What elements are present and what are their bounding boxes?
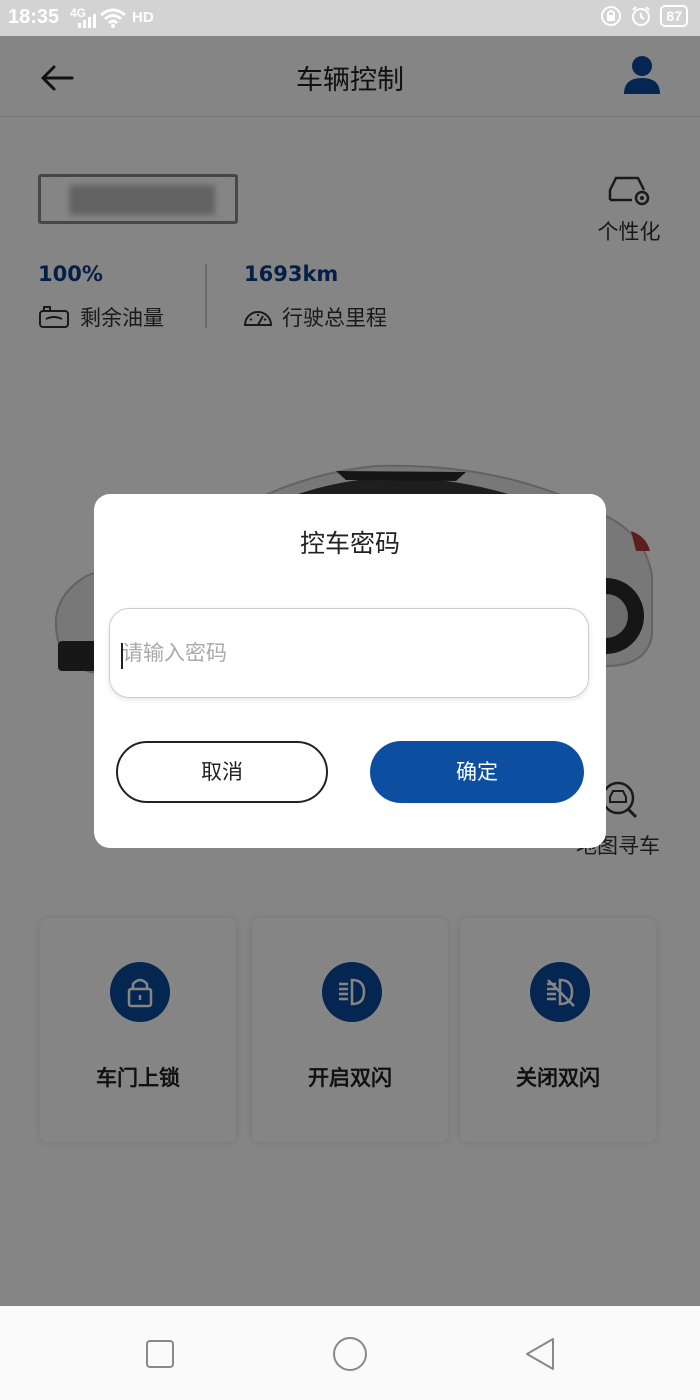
battery-level: 87 <box>660 5 688 27</box>
dialog-title: 控车密码 <box>299 529 400 558</box>
back-nav-icon[interactable] <box>520 1334 560 1374</box>
status-time: 18:35 <box>8 6 60 28</box>
home-icon[interactable] <box>330 1334 370 1374</box>
password-field-box <box>109 608 589 698</box>
wifi-icon <box>100 8 126 28</box>
cancel-button[interactable]: 取消 <box>116 741 328 803</box>
status-bar: 18:35 4G HD 87 <box>0 0 700 36</box>
alarm-icon <box>632 6 651 26</box>
lock-status-icon <box>601 6 622 26</box>
hd-badge: HD <box>132 9 154 26</box>
confirm-button[interactable]: 确定 <box>370 741 584 803</box>
text-cursor <box>121 643 123 669</box>
password-input[interactable] <box>120 609 564 697</box>
password-dialog: 控车密码 取消 确定 <box>94 494 606 848</box>
system-nav-bar <box>0 1306 700 1400</box>
recent-apps-icon[interactable] <box>140 1334 180 1374</box>
signal-icon <box>78 14 96 28</box>
